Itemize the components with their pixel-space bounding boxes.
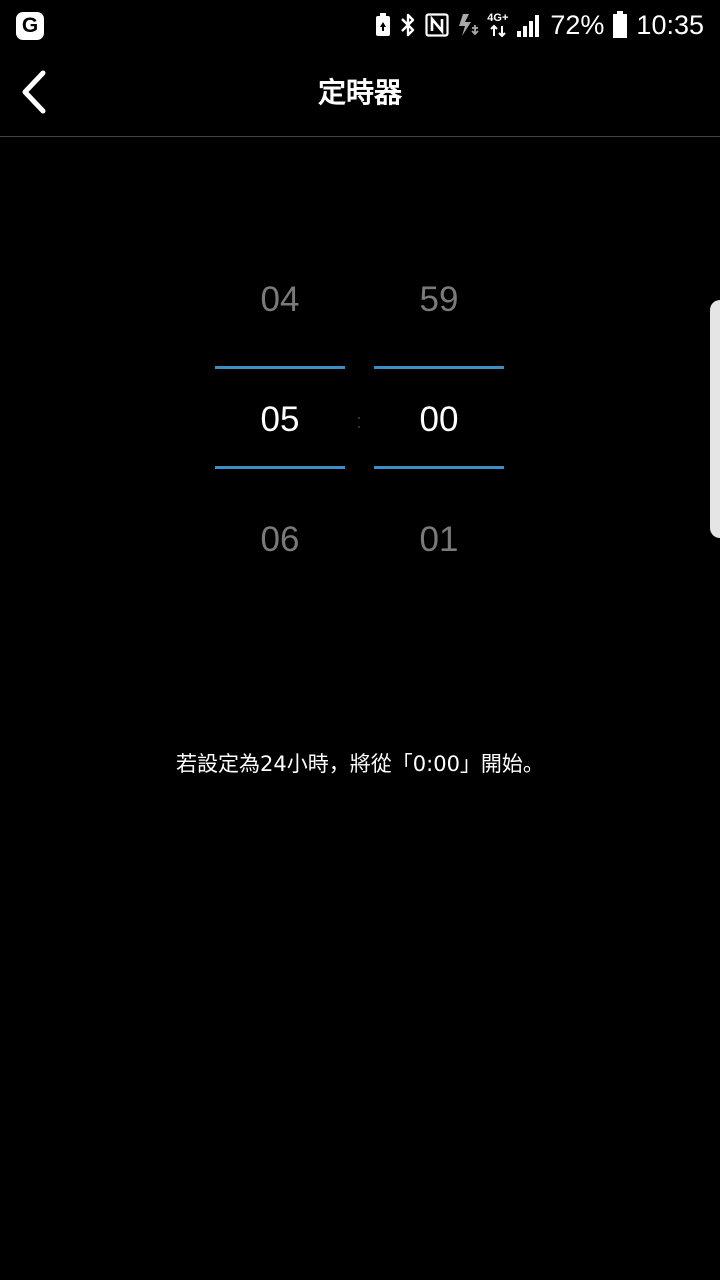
data-saver-icon bbox=[459, 14, 479, 36]
hour-selection-line-top bbox=[215, 366, 345, 369]
app-g-icon: G bbox=[16, 12, 44, 40]
app-header: 定時器 bbox=[0, 50, 720, 137]
status-icons: 4G+ 72% 10:35 bbox=[375, 8, 704, 42]
battery-icon bbox=[613, 11, 628, 38]
signal-icon bbox=[517, 15, 540, 37]
hour-selection-line-bottom bbox=[215, 466, 345, 469]
minute-picker[interactable]: 59 00 01 bbox=[374, 270, 504, 570]
timer-hint-text: 若設定為24小時，將從「0:00」開始。 bbox=[176, 752, 544, 776]
time-separator: : bbox=[356, 411, 362, 433]
hour-next-value[interactable]: 06 bbox=[215, 510, 345, 570]
network-type: 4G+ bbox=[487, 11, 509, 24]
battery-saver-icon bbox=[376, 13, 391, 36]
status-time: 10:35 bbox=[636, 10, 704, 40]
minute-prev-value[interactable]: 59 bbox=[374, 270, 504, 330]
minute-selection-line-bottom bbox=[374, 466, 504, 469]
bluetooth-icon bbox=[401, 13, 415, 37]
minute-next-value[interactable]: 01 bbox=[374, 510, 504, 570]
minute-current-value[interactable]: 00 bbox=[374, 390, 504, 450]
status-bar: G 4G+ 72% 10:35 bbox=[0, 0, 720, 50]
edge-panel-handle[interactable] bbox=[710, 300, 720, 538]
hour-picker[interactable]: 04 05 06 bbox=[215, 270, 345, 570]
hour-current-value[interactable]: 05 bbox=[215, 390, 345, 450]
page-title: 定時器 bbox=[317, 76, 402, 109]
battery-percent: 72% bbox=[550, 10, 605, 40]
nfc-icon bbox=[425, 13, 449, 37]
mobile-data-icon: 4G+ bbox=[487, 11, 509, 38]
minute-selection-line-top bbox=[374, 366, 504, 369]
hour-prev-value[interactable]: 04 bbox=[215, 270, 345, 330]
